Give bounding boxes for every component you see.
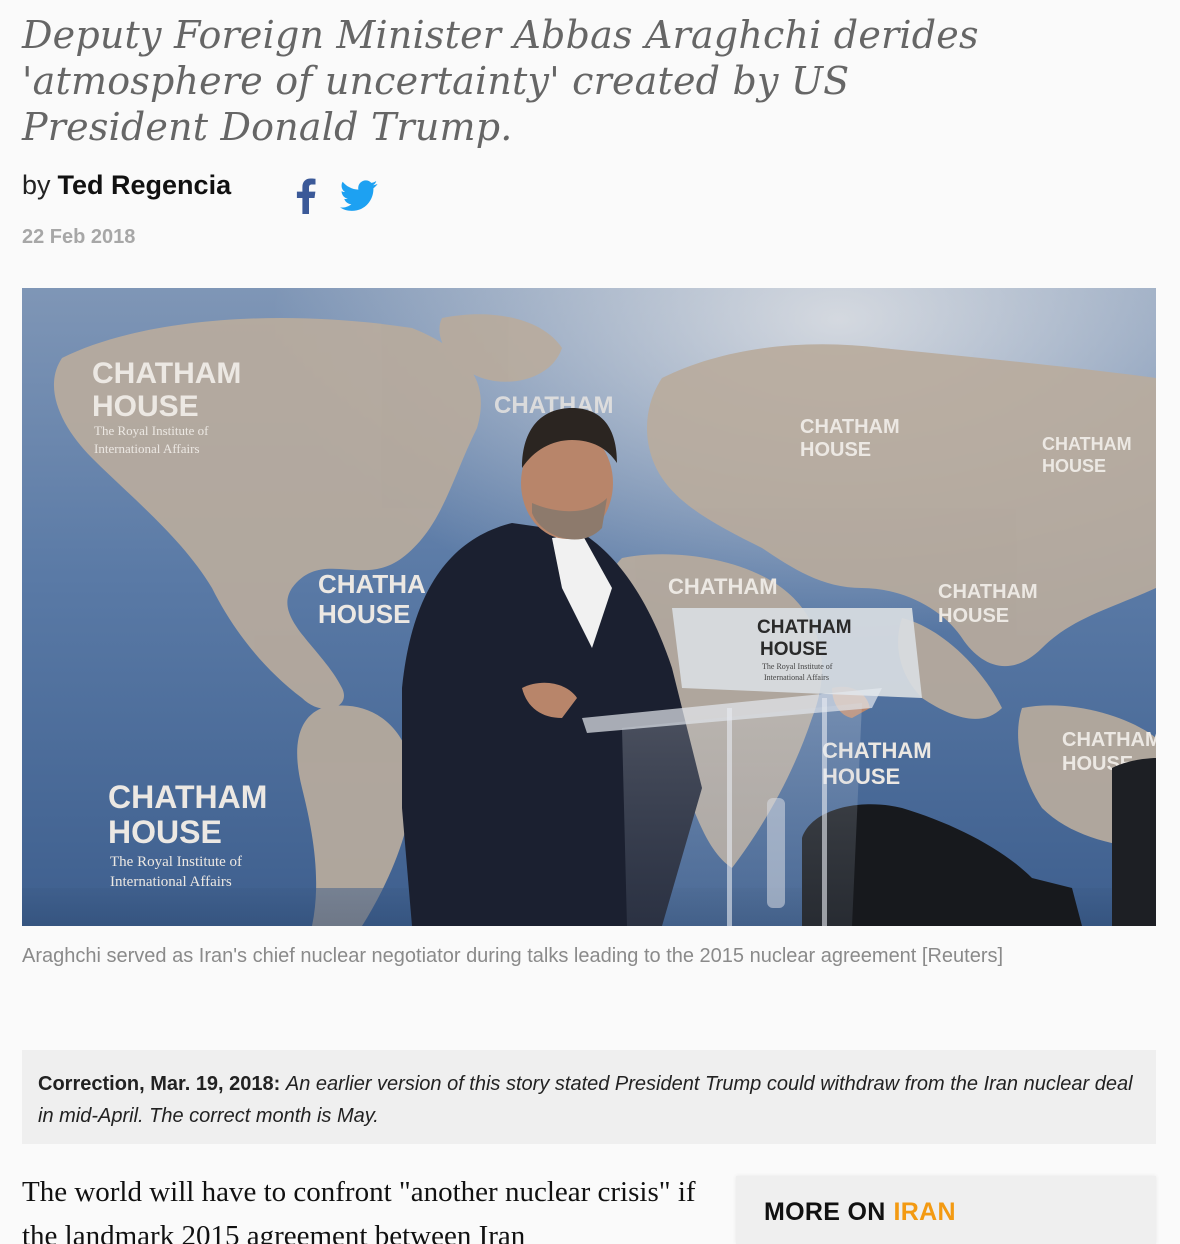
svg-text:CHATHAM: CHATHAM — [1062, 729, 1156, 751]
publish-date: 22 Feb 2018 — [22, 226, 136, 248]
svg-text:International Affairs: International Affairs — [94, 441, 200, 456]
svg-text:International Affairs: International Affairs — [110, 874, 232, 890]
twitter-icon — [340, 180, 378, 211]
svg-text:HOUSE: HOUSE — [92, 390, 199, 423]
svg-text:CHATHAM: CHATHAM — [800, 416, 900, 438]
svg-text:The Royal Institute of: The Royal Institute of — [762, 662, 833, 671]
svg-text:CHATHA: CHATHA — [318, 569, 426, 599]
byline-prefix: by — [22, 170, 51, 200]
svg-text:CHATHAM: CHATHAM — [108, 779, 267, 815]
svg-text:CHATHAM: CHATHAM — [668, 574, 778, 599]
facebook-share-button[interactable] — [296, 178, 316, 214]
more-on-heading: MORE ON IRAN — [764, 1198, 956, 1227]
article-page: Deputy Foreign Minister Abbas Araghchi d… — [0, 0, 1180, 1244]
share-buttons — [296, 178, 378, 214]
article-photo: CHATHAM HOUSE The Royal Institute of Int… — [22, 288, 1156, 926]
correction-label: Correction, Mar. 19, 2018: — [38, 1073, 281, 1095]
svg-text:HOUSE: HOUSE — [1042, 456, 1106, 476]
svg-text:International Affairs: International Affairs — [764, 673, 829, 682]
svg-text:CHATHAM: CHATHAM — [757, 617, 852, 638]
more-on-topic-box: MORE ON IRAN — [736, 1176, 1156, 1244]
byline: by Ted Regencia — [22, 170, 231, 201]
photo-illustration: CHATHAM HOUSE The Royal Institute of Int… — [22, 288, 1156, 926]
svg-text:CHATHAM: CHATHAM — [92, 357, 241, 390]
more-on-topic-link[interactable]: IRAN — [894, 1198, 956, 1226]
author-link[interactable]: Ted Regencia — [58, 170, 232, 201]
svg-text:HOUSE: HOUSE — [938, 605, 1009, 627]
svg-text:HOUSE: HOUSE — [108, 814, 222, 850]
svg-text:CHATHAM: CHATHAM — [1042, 434, 1132, 454]
svg-text:CHATHAM: CHATHAM — [938, 581, 1038, 603]
svg-text:The Royal Institute of: The Royal Institute of — [110, 854, 242, 870]
svg-text:HOUSE: HOUSE — [760, 639, 828, 660]
svg-text:HOUSE: HOUSE — [318, 599, 410, 629]
svg-text:HOUSE: HOUSE — [800, 439, 871, 461]
facebook-icon — [296, 178, 316, 214]
twitter-share-button[interactable] — [340, 180, 378, 212]
article-body-paragraph: The world will have to confront "another… — [22, 1176, 696, 1244]
svg-text:The Royal Institute of: The Royal Institute of — [94, 423, 209, 438]
correction-box: Correction, Mar. 19, 2018: An earlier ve… — [22, 1050, 1156, 1144]
article-subhead: Deputy Foreign Minister Abbas Araghchi d… — [22, 13, 979, 149]
more-on-label: MORE ON — [764, 1198, 886, 1226]
photo-caption: Araghchi served as Iran's chief nuclear … — [22, 945, 1004, 967]
